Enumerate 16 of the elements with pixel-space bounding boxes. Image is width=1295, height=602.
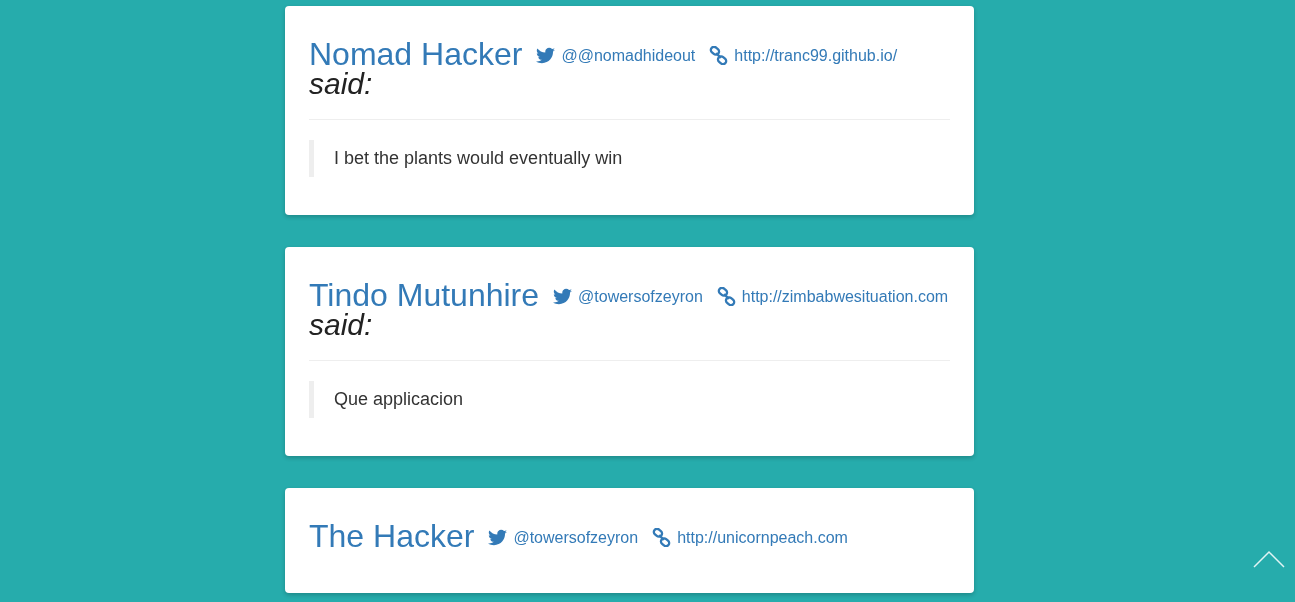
website-link[interactable]: http://zimbabwesituation.com bbox=[716, 287, 949, 306]
twitter-bird-icon bbox=[488, 528, 508, 547]
twitter-link[interactable]: @@nomadhideout bbox=[536, 46, 696, 65]
twitter-link[interactable]: @towersofzeyron bbox=[553, 287, 703, 306]
scroll-top-icon[interactable] bbox=[1253, 550, 1285, 568]
website-link[interactable]: http://tranc99.github.io/ bbox=[709, 46, 898, 65]
twitter-bird-icon bbox=[553, 287, 573, 306]
twitter-link[interactable]: @towersofzeyron bbox=[488, 528, 639, 547]
website-link[interactable]: http://unicornpeach.com bbox=[652, 528, 848, 547]
chain-link-icon bbox=[716, 287, 736, 306]
comment-text: Que applicacion bbox=[309, 381, 950, 418]
chain-link-icon bbox=[652, 528, 672, 547]
author-name[interactable]: The Hacker bbox=[309, 518, 475, 555]
comment-text: I bet the plants would eventually win bbox=[309, 140, 950, 177]
chain-link-icon bbox=[709, 46, 729, 65]
twitter-bird-icon bbox=[536, 46, 556, 65]
